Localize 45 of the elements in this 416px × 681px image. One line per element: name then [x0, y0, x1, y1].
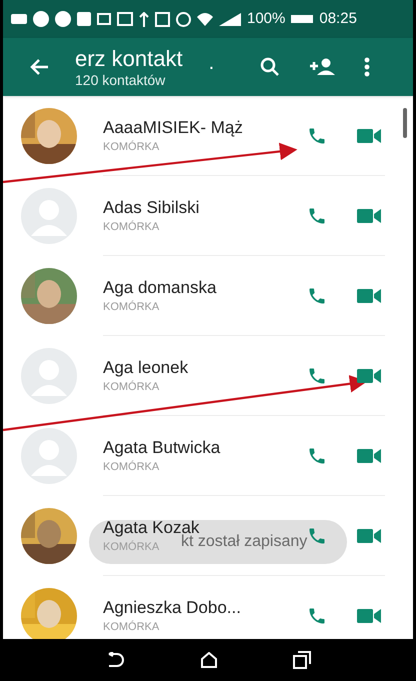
contact-name[interactable]: Aga domanska: [103, 276, 216, 298]
contact-type: KOMÓRKA: [103, 140, 160, 154]
contact-name[interactable]: Aga leonek: [103, 356, 188, 378]
search-icon[interactable]: [260, 57, 280, 77]
contact-type: KOMÓRKA: [103, 380, 160, 394]
more-icon[interactable]: [364, 57, 370, 77]
contact-type: KOMÓRKA: [103, 300, 160, 314]
contact-name[interactable]: AaaaMISIEK- Mąż: [103, 116, 243, 138]
contact-count: 120 kontaktów: [75, 72, 166, 88]
add-contact-icon[interactable]: [308, 58, 336, 76]
contact-type: KOMÓRKA: [103, 540, 160, 554]
avatar-placeholder-icon: [21, 428, 77, 484]
phone-icon[interactable]: [307, 206, 327, 226]
video-call-icon[interactable]: [357, 448, 381, 464]
home-icon[interactable]: [200, 652, 218, 668]
contact-type: KOMÓRKA: [103, 620, 160, 635]
wifi-icon: [197, 12, 213, 26]
signal-icon: [219, 12, 241, 26]
phone-icon[interactable]: [307, 286, 327, 306]
contact-name[interactable]: Agnieszka Dobo...: [103, 597, 241, 619]
contact-name[interactable]: Adas Sibilski: [103, 196, 200, 218]
video-call-icon[interactable]: [357, 208, 381, 224]
video-call-icon[interactable]: [357, 128, 381, 144]
dot: .: [208, 51, 214, 76]
back-icon[interactable]: [29, 58, 49, 76]
toast-text: kt został zapisany: [181, 533, 308, 552]
clock: 08:25: [319, 8, 357, 29]
recent-apps-icon[interactable]: [293, 651, 312, 669]
scrollbar: [403, 108, 407, 138]
app-bar-title: erz kontakt: [75, 46, 183, 72]
usb-icon: [139, 12, 149, 26]
video-call-icon[interactable]: [357, 528, 381, 544]
phone-icon[interactable]: [307, 526, 327, 546]
video-call-icon[interactable]: [357, 288, 381, 304]
video-call-icon[interactable]: [357, 368, 381, 384]
phone-icon[interactable]: [307, 606, 327, 626]
battery-icon: [291, 14, 314, 24]
battery-percent: 100%: [247, 8, 286, 29]
contact-name[interactable]: Agata Butwicka: [103, 436, 220, 458]
phone-icon[interactable]: [307, 366, 327, 386]
phone-icon[interactable]: [307, 446, 327, 466]
contact-type: KOMÓRKA: [103, 460, 160, 474]
phone-icon[interactable]: [307, 126, 327, 146]
video-call-icon[interactable]: [357, 608, 381, 624]
contact-type: KOMÓRKA: [103, 220, 160, 234]
